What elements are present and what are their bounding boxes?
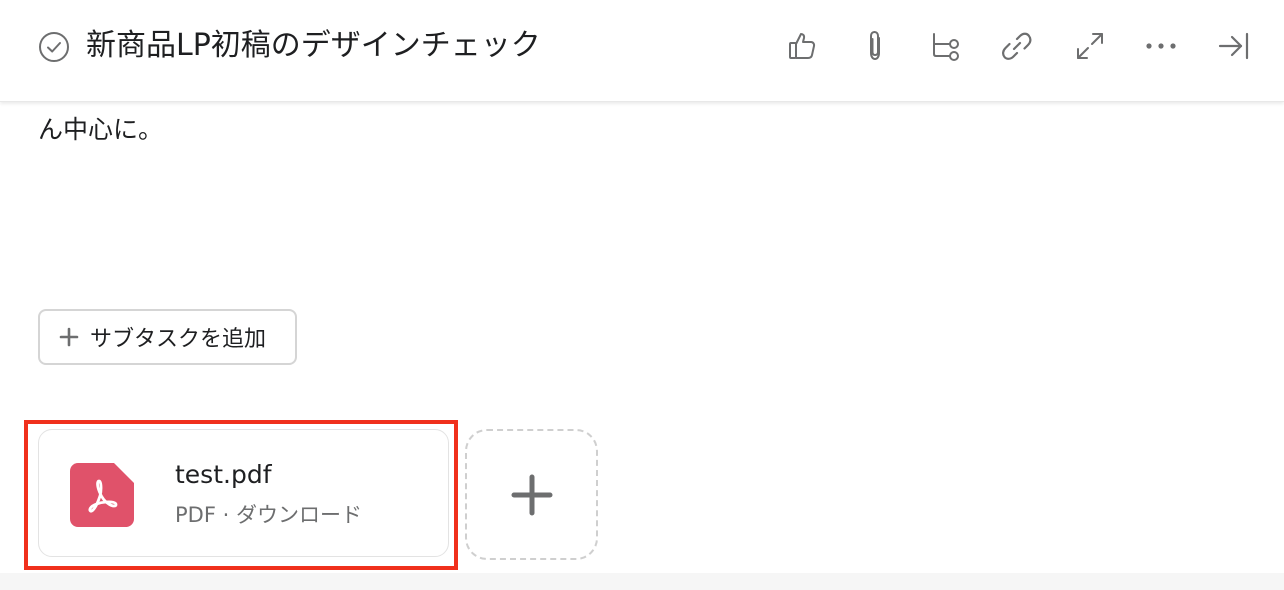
paperclip-icon[interactable]: [857, 28, 893, 64]
task-header: 新商品LP初稿のデザインチェック: [0, 0, 1284, 102]
task-description[interactable]: ん中心に。: [38, 112, 163, 148]
add-attachment-button[interactable]: [465, 429, 598, 560]
add-subtask-label: サブタスクを追加: [90, 327, 267, 352]
subtask-icon[interactable]: [928, 28, 964, 64]
mark-complete-icon[interactable]: [38, 31, 70, 63]
thumbs-up-icon[interactable]: [784, 28, 820, 64]
close-pane-icon[interactable]: [1216, 28, 1252, 64]
highlight-box: [24, 420, 458, 570]
footer-strip: [0, 573, 1284, 590]
add-subtask-button[interactable]: サブタスクを追加: [38, 309, 297, 365]
link-icon[interactable]: [999, 28, 1035, 64]
plus-icon: [59, 327, 79, 347]
more-icon[interactable]: [1143, 28, 1179, 64]
plus-icon: [511, 474, 552, 515]
expand-icon[interactable]: [1072, 28, 1108, 64]
task-title[interactable]: 新商品LP初稿のデザインチェック: [86, 24, 541, 68]
